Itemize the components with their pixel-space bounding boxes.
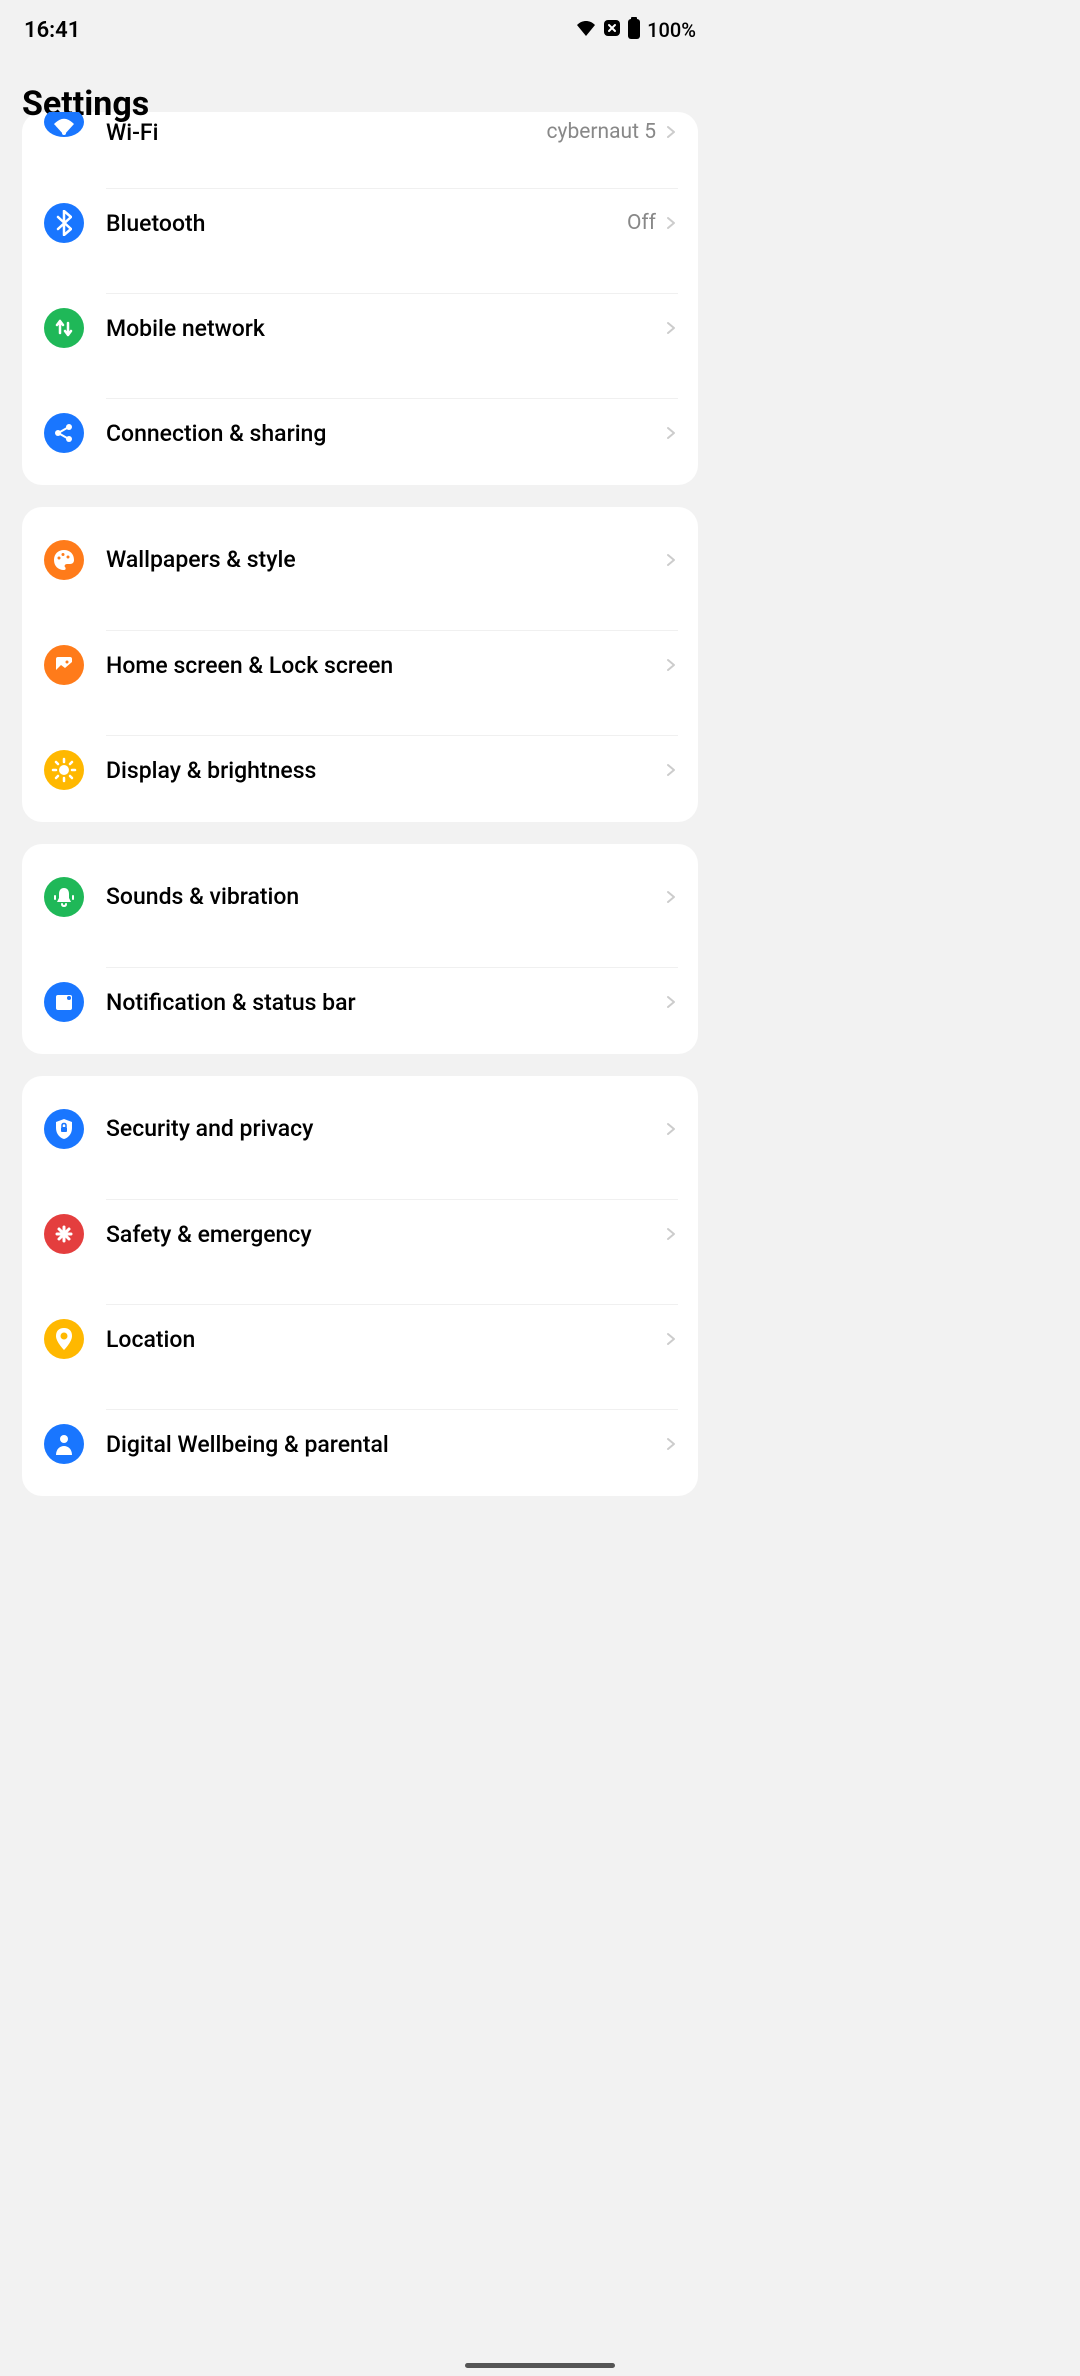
settings-row-home-lock[interactable]: Home screen & Lock screen	[22, 612, 698, 717]
home-screen-icon	[44, 645, 84, 685]
settings-row-notifications[interactable]: Notification & status bar	[22, 949, 698, 1054]
brightness-icon	[44, 750, 84, 790]
status-bar: 16:41 100%	[0, 0, 720, 54]
battery-icon	[627, 17, 641, 43]
settings-row-sounds[interactable]: Sounds & vibration	[22, 844, 698, 949]
palette-icon	[44, 540, 84, 580]
notification-icon	[44, 982, 84, 1022]
row-label: Security and privacy	[106, 1115, 664, 1142]
location-icon	[44, 1319, 84, 1359]
sounds-icon	[44, 877, 84, 917]
row-label: Location	[106, 1326, 664, 1353]
chevron-right-icon	[664, 1332, 678, 1346]
chevron-right-icon	[664, 553, 678, 567]
status-time: 16:41	[24, 18, 80, 43]
wellbeing-icon	[44, 1424, 84, 1464]
status-icons: 100%	[575, 17, 696, 43]
wifi-icon	[44, 112, 84, 137]
row-label: Bluetooth	[106, 210, 627, 237]
home-indicator[interactable]	[465, 2363, 615, 2368]
settings-row-mobile-network[interactable]: Mobile network	[22, 275, 698, 380]
row-label: Home screen & Lock screen	[106, 652, 664, 679]
settings-row-wifi[interactable]: Wi-Fi cybernaut 5	[22, 112, 698, 170]
security-icon	[44, 1109, 84, 1149]
chevron-right-icon	[664, 216, 678, 230]
data-off-icon	[603, 19, 621, 41]
settings-row-location[interactable]: Location	[22, 1286, 698, 1391]
chevron-right-icon	[664, 890, 678, 904]
safety-icon	[44, 1214, 84, 1254]
chevron-right-icon	[664, 1122, 678, 1136]
row-value: Off	[627, 211, 656, 235]
row-label: Mobile network	[106, 315, 664, 342]
row-label: Display & brightness	[106, 757, 664, 784]
wifi-status-icon	[575, 19, 597, 41]
chevron-right-icon	[664, 763, 678, 777]
chevron-right-icon	[664, 658, 678, 672]
chevron-right-icon	[664, 1227, 678, 1241]
chevron-right-icon	[664, 125, 678, 139]
bluetooth-icon	[44, 203, 84, 243]
chevron-right-icon	[664, 995, 678, 1009]
settings-group-connectivity: Wi-Fi cybernaut 5 Bluetooth Off Mobile n…	[22, 112, 698, 485]
settings-row-safety[interactable]: Safety & emergency	[22, 1181, 698, 1286]
row-label: Digital Wellbeing & parental	[106, 1431, 664, 1458]
chevron-right-icon	[664, 426, 678, 440]
settings-content: Wi-Fi cybernaut 5 Bluetooth Off Mobile n…	[0, 112, 720, 1496]
chevron-right-icon	[664, 1437, 678, 1451]
battery-percentage: 100%	[647, 18, 696, 42]
settings-group-security: Security and privacy Safety & emergency …	[22, 1076, 698, 1496]
row-label: Wallpapers & style	[106, 546, 664, 573]
row-label: Sounds & vibration	[106, 883, 664, 910]
chevron-right-icon	[664, 321, 678, 335]
settings-row-wellbeing[interactable]: Digital Wellbeing & parental	[22, 1391, 698, 1496]
row-value: cybernaut 5	[547, 120, 656, 144]
settings-row-display[interactable]: Display & brightness	[22, 717, 698, 822]
row-label: Connection & sharing	[106, 420, 664, 447]
settings-group-display: Wallpapers & style Home screen & Lock sc…	[22, 507, 698, 822]
settings-row-security[interactable]: Security and privacy	[22, 1076, 698, 1181]
settings-group-sound: Sounds & vibration Notification & status…	[22, 844, 698, 1054]
row-label: Wi-Fi	[106, 119, 547, 146]
settings-row-wallpapers[interactable]: Wallpapers & style	[22, 507, 698, 612]
mobile-network-icon	[44, 308, 84, 348]
connection-sharing-icon	[44, 413, 84, 453]
row-label: Notification & status bar	[106, 989, 664, 1016]
row-label: Safety & emergency	[106, 1221, 664, 1248]
settings-row-connection-sharing[interactable]: Connection & sharing	[22, 380, 698, 485]
settings-row-bluetooth[interactable]: Bluetooth Off	[22, 170, 698, 275]
